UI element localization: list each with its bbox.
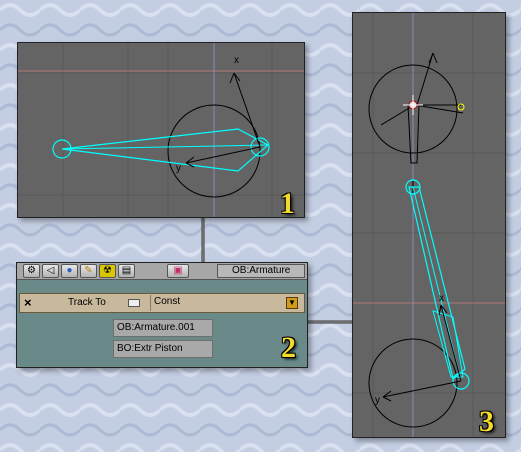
- close-icon[interactable]: ×: [24, 295, 32, 310]
- constraint-header-row: × Track To Const ▼: [19, 293, 305, 313]
- constraint-type-label: Track To: [68, 297, 106, 308]
- viewport-1-scene: [18, 43, 304, 217]
- pencil-icon[interactable]: ✎: [80, 264, 97, 278]
- viewport-1[interactable]: x y 1: [17, 42, 305, 220]
- target-bone-field[interactable]: BO:Extr Piston: [113, 340, 213, 358]
- constraint-toggle-icon[interactable]: [128, 299, 140, 307]
- viewport-1-x-axis-label: x: [234, 55, 239, 66]
- object-name-field[interactable]: OB:Armature: [217, 264, 305, 278]
- panel-number-label: 2: [281, 331, 296, 364]
- speaker-icon[interactable]: ◁: [42, 264, 59, 278]
- viewport-3-scene: [353, 13, 505, 437]
- target-object-field[interactable]: OB:Armature.001: [113, 319, 213, 337]
- viewport-1-number-label: 1: [280, 187, 295, 220]
- gear-icon[interactable]: ⚙: [23, 264, 40, 278]
- viewport-3-y-axis-label: y: [375, 395, 380, 406]
- viewport-3[interactable]: x y 3: [352, 12, 506, 438]
- panel-header: ⚙ ◁ ● ✎ ☢ ▤ ▣ OB:Armature: [17, 263, 307, 280]
- viewport-1-y-axis-label: y: [176, 163, 181, 174]
- radiation-icon[interactable]: ☢: [99, 264, 116, 278]
- globe-icon[interactable]: ●: [61, 264, 78, 278]
- constraint-name-field[interactable]: Const: [150, 295, 280, 311]
- collapse-arrow-icon[interactable]: ▼: [286, 297, 298, 309]
- constraint-panel: ⚙ ◁ ● ✎ ☢ ▤ ▣ OB:Armature × Track To Con…: [16, 262, 308, 368]
- viewport-3-x-axis-label: x: [439, 293, 444, 304]
- grid-icon[interactable]: ▤: [118, 264, 135, 278]
- viewport-3-number-label: 3: [479, 405, 494, 438]
- image-icon[interactable]: ▣: [167, 264, 189, 278]
